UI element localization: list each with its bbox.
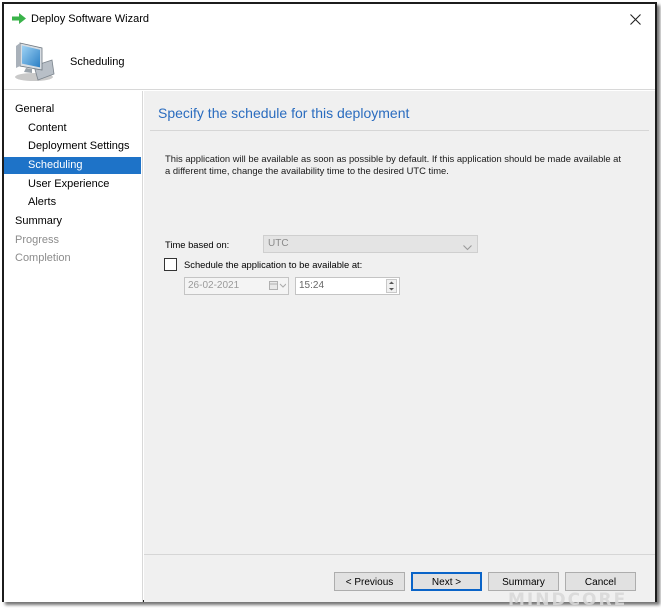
chevron-down-icon [463,241,472,257]
wizard-sidebar: General Content Deployment Settings Sche… [4,91,143,602]
close-button[interactable] [625,9,645,29]
description-text: This application will be available as so… [165,153,622,176]
page-title: Scheduling [70,56,125,68]
sidebar-item-completion: Completion [15,252,71,264]
schedule-checkbox-label[interactable]: Schedule the application to be available… [184,259,362,270]
summary-button[interactable]: Summary [488,572,559,591]
time-based-on-label: Time based on: [165,239,230,250]
footer-divider [144,554,655,555]
next-button[interactable]: Next > [411,572,482,591]
date-value: 26-02-2021 [188,280,240,291]
schedule-checkbox[interactable] [164,258,177,271]
sidebar-item-content[interactable]: Content [4,120,141,137]
title-bar: Deploy Software Wizard [4,4,655,34]
time-based-on-value: UTC [268,238,289,249]
section-heading: Specify the schedule for this deployment [158,105,410,121]
close-icon[interactable] [629,13,641,25]
heading-divider [150,130,649,131]
time-value: 15:24 [299,280,325,291]
sidebar-item-general[interactable]: General [4,101,141,118]
sidebar-item-alerts[interactable]: Alerts [4,194,141,211]
previous-button[interactable]: < Previous [334,572,405,591]
wizard-window: Deploy Software Wizard Scheduling Genera… [2,2,657,602]
wizard-header: Scheduling [4,34,655,90]
spinner-icon[interactable] [386,279,397,293]
computer-icon [12,40,56,85]
date-picker[interactable]: 26-02-2021 [184,277,289,295]
sidebar-item-scheduling[interactable]: Scheduling [4,157,141,174]
time-based-on-select[interactable]: UTC [263,235,478,253]
sidebar-item-summary[interactable]: Summary [4,213,141,230]
main-panel: Specify the schedule for this deployment… [144,91,655,602]
calendar-icon[interactable] [269,281,287,297]
green-arrow-icon [12,13,26,27]
sidebar-item-deployment-settings[interactable]: Deployment Settings [4,138,141,155]
sidebar-item-progress: Progress [15,234,60,246]
cancel-button[interactable]: Cancel [565,572,636,591]
time-picker[interactable]: 15:24 [295,277,400,295]
window-title: Deploy Software Wizard [31,13,149,25]
watermark: MINDCORE [508,590,628,610]
sidebar-item-user-experience[interactable]: User Experience [4,176,141,193]
